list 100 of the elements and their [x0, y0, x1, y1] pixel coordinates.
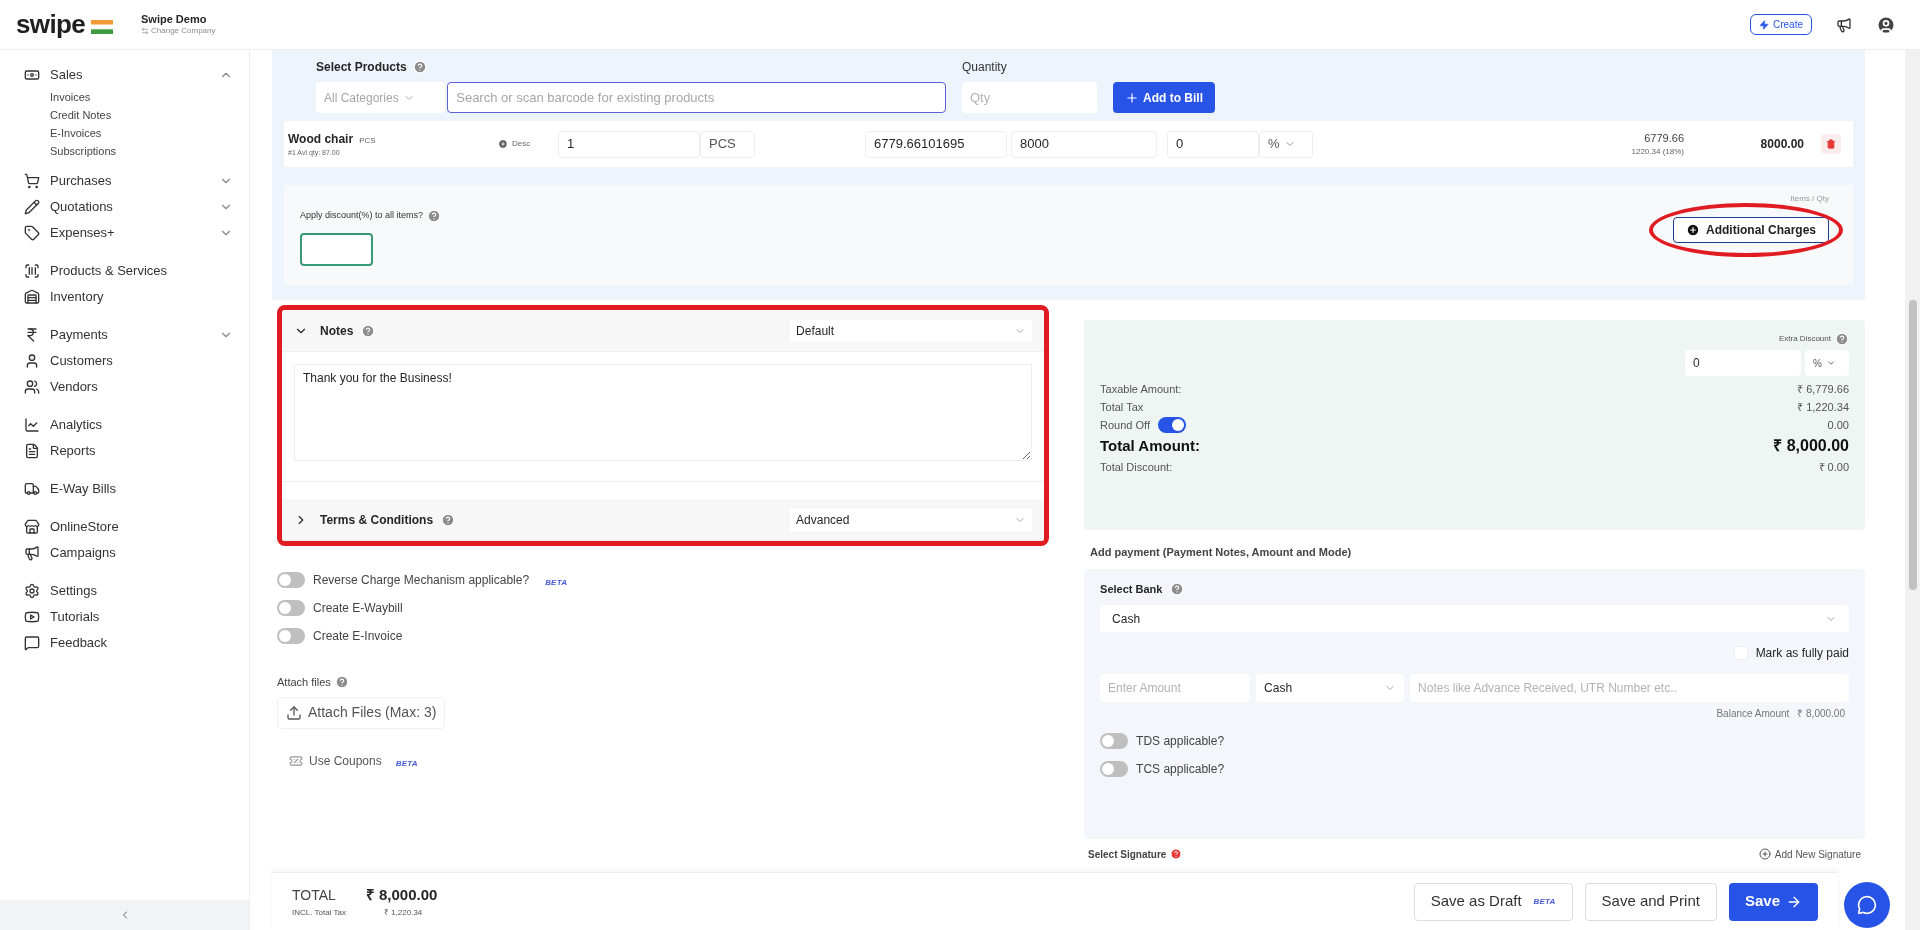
- checkbox-label: Mark as fully paid: [1755, 645, 1849, 662]
- sidebar-item[interactable]: Expenses+: [24, 220, 233, 246]
- summary-value: ₹ 6,779.66: [1797, 381, 1849, 397]
- template-dropdown[interactable]: Default: [790, 319, 1033, 342]
- round-off-toggle[interactable]: [1158, 417, 1186, 433]
- summary-label: Total Amount:: [1100, 435, 1201, 456]
- toggle-switch[interactable]: [277, 600, 305, 616]
- help-icon: [1835, 332, 1849, 346]
- sidebar-item[interactable]: Quotations: [24, 194, 233, 220]
- coupons-link[interactable]: Use Coupons: [309, 751, 382, 770]
- swap-icon: [141, 27, 149, 36]
- sidebar-item[interactable]: Feedback: [24, 630, 233, 656]
- chat-icon: [1857, 895, 1877, 915]
- sidebar-item[interactable]: Purchases: [24, 168, 233, 194]
- net-amount: 6779.66: [1644, 130, 1684, 146]
- sidebar-item[interactable]: Analytics: [24, 412, 233, 438]
- sidebar-item[interactable]: Payments: [24, 322, 233, 348]
- megaphone-icon: [24, 545, 40, 561]
- coupon-icon: [289, 753, 303, 768]
- save-print-button[interactable]: Save and Print: [1584, 882, 1717, 921]
- discount-type-dropdown[interactable]: %: [1259, 130, 1313, 158]
- profile-icon[interactable]: [1876, 14, 1896, 35]
- sidebar-item[interactable]: Sales: [24, 62, 233, 88]
- unit-input[interactable]: PCS: [700, 130, 755, 158]
- sidebar-subitem[interactable]: Invoices: [50, 88, 233, 106]
- toggle-switch[interactable]: [277, 628, 305, 644]
- signature-label: Select Signature: [1088, 847, 1167, 862]
- sidebar-item[interactable]: Reports: [24, 438, 233, 464]
- logo[interactable]: swipe: [16, 5, 85, 44]
- truck-icon: [24, 481, 40, 497]
- pencil-icon: [24, 199, 40, 215]
- collapse-bar[interactable]: [0, 900, 249, 930]
- quantity-input[interactable]: 1: [558, 130, 700, 158]
- discount-label: Apply discount(%) to all items?: [300, 209, 424, 223]
- payment-notes-field[interactable]: Notes like Advance Received, UTR Number etc..: [1410, 674, 1849, 702]
- discount-type-dropdown[interactable]: %: [1805, 350, 1849, 376]
- toggle-switch[interactable]: [1100, 733, 1129, 749]
- price-input[interactable]: 6779.66101695: [865, 130, 1007, 158]
- help-icon: [412, 60, 427, 74]
- delete-button[interactable]: [1821, 134, 1841, 154]
- chat-button[interactable]: [1844, 882, 1890, 928]
- extra-discount-field[interactable]: 0: [1685, 350, 1801, 376]
- quantity-field[interactable]: Qty: [962, 82, 1097, 113]
- sidebar-item[interactable]: Products & Services: [24, 258, 233, 284]
- sidebar-item[interactable]: E-Way Bills: [24, 476, 233, 502]
- sidebar-subitem[interactable]: E-Invoices: [50, 124, 233, 142]
- payment-mode-dropdown[interactable]: Cash: [1256, 674, 1405, 702]
- notes-field[interactable]: Thank you for the Business!: [294, 364, 1033, 461]
- summary-label: Round Off: [1100, 417, 1150, 433]
- discount-all-field[interactable]: [300, 233, 373, 266]
- balance-label: Balance Amount: [1716, 707, 1790, 721]
- summary-label: Total Discount:: [1100, 459, 1173, 475]
- toggle-label: TCS applicable?: [1136, 761, 1225, 778]
- sidebar-item[interactable]: Customers: [24, 348, 233, 374]
- sidebar-item[interactable]: Tutorials: [24, 604, 233, 630]
- amount-field[interactable]: Enter Amount: [1100, 674, 1251, 702]
- help-icon: [361, 323, 376, 338]
- sidebar-subitem[interactable]: Credit Notes: [50, 106, 233, 124]
- sidebar-item[interactable]: OnlineStore: [24, 514, 233, 540]
- attach-files-button[interactable]: Attach Files (Max: 3): [277, 696, 446, 729]
- company-name: Swipe Demo: [141, 12, 208, 27]
- beta-label: BETA: [1533, 895, 1556, 908]
- attach-label: Attach files: [277, 675, 331, 690]
- field-label: Select Bank: [1100, 581, 1163, 597]
- help-icon: [334, 675, 349, 690]
- change-company-link[interactable]: Change Company: [151, 26, 216, 37]
- plus-icon: [1686, 223, 1700, 237]
- create-button[interactable]: Create: [1750, 14, 1812, 35]
- description-button[interactable]: Desc: [498, 138, 558, 150]
- help-icon: [1170, 581, 1185, 596]
- accordion-header[interactable]: Terms & Conditions Advanced: [282, 499, 1045, 541]
- sidebar-item[interactable]: Campaigns: [24, 540, 233, 566]
- sidebar-item[interactable]: Settings: [24, 578, 233, 604]
- add-to-bill-button[interactable]: Add to Bill: [1113, 82, 1215, 113]
- sidebar-subitem[interactable]: Subscriptions: [50, 142, 233, 160]
- help-icon: [1170, 848, 1183, 860]
- beta-label: BETA: [395, 758, 418, 768]
- price-with-tax-input[interactable]: 8000: [1011, 130, 1157, 158]
- save-button[interactable]: Save: [1728, 882, 1818, 921]
- chevron-down-icon: [1825, 358, 1836, 368]
- sidebar-item[interactable]: Inventory: [24, 284, 233, 310]
- video-icon: [24, 609, 40, 625]
- plus-icon: [1125, 90, 1139, 105]
- search-field[interactable]: Search or scan barcode for existing products: [447, 82, 946, 113]
- toggle-switch[interactable]: [277, 572, 305, 588]
- save-draft-button[interactable]: Save as Draft BETA: [1413, 882, 1573, 921]
- template-dropdown[interactable]: Advanced: [790, 508, 1033, 531]
- add-signature-link[interactable]: Add New Signature: [1774, 846, 1861, 862]
- additional-charges-button[interactable]: Additional Charges: [1673, 217, 1829, 243]
- balance-value: ₹ 8,000.00: [1797, 707, 1845, 721]
- toggle-switch[interactable]: [1100, 761, 1129, 777]
- megaphone-icon[interactable]: [1836, 16, 1852, 33]
- summary-value: ₹ 8,000.00: [1773, 436, 1849, 456]
- tax-amount: 1220.34 (18%): [1631, 146, 1684, 159]
- discount-input[interactable]: 0: [1167, 130, 1259, 158]
- bank-dropdown[interactable]: Cash: [1100, 605, 1849, 632]
- sidebar-item[interactable]: Vendors: [24, 374, 233, 400]
- accordion-header[interactable]: Notes Default: [282, 310, 1045, 352]
- product-name: Wood chair: [288, 130, 354, 148]
- summary-value: ₹ 0.00: [1818, 459, 1849, 475]
